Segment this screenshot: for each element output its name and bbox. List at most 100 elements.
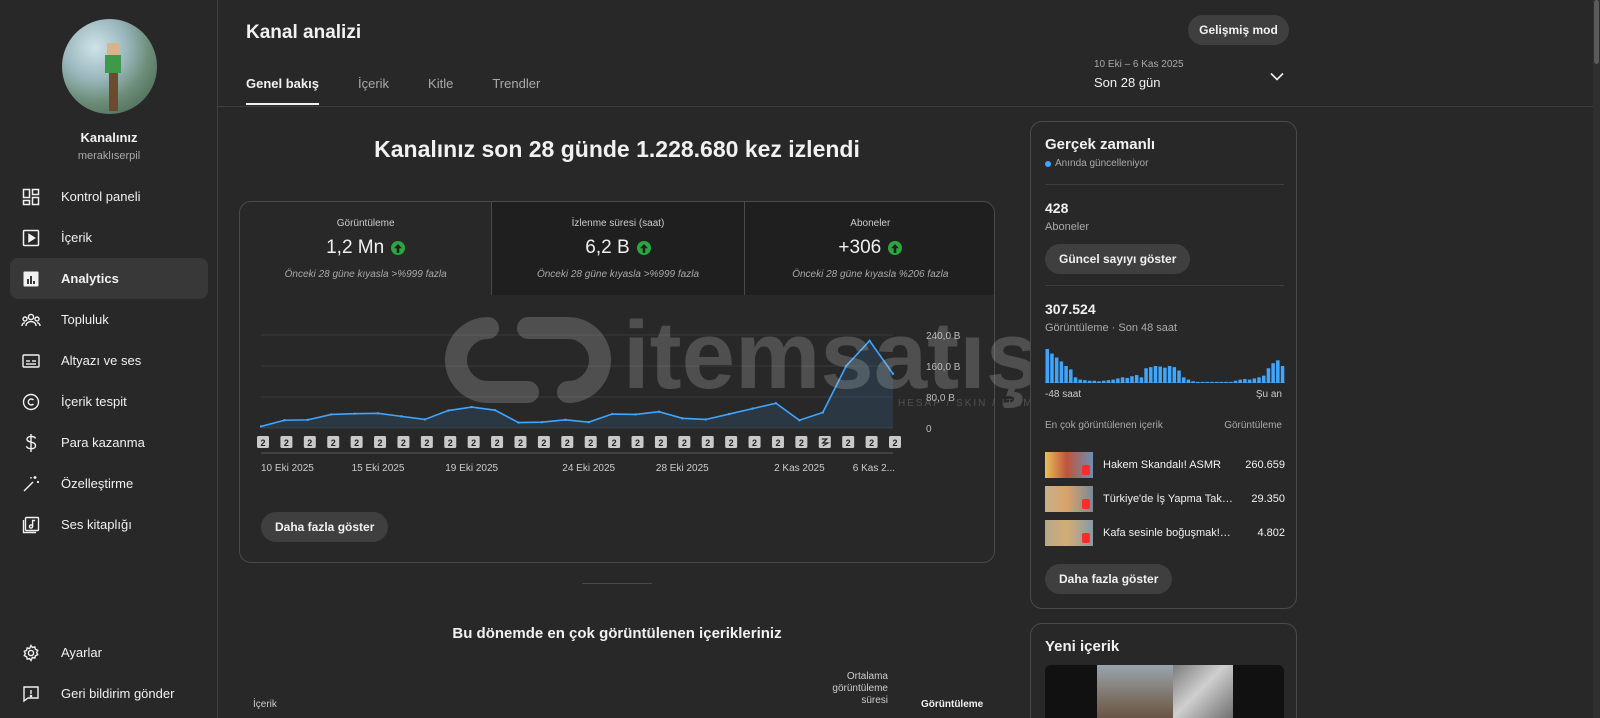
realtime-hour-bar[interactable] [1106,380,1111,383]
realtime-hour-bar[interactable] [1257,377,1261,383]
realtime-hour-bar[interactable] [1125,377,1130,383]
realtime-hour-bar[interactable] [1073,377,1078,383]
realtime-hour-bar[interactable] [1097,381,1101,383]
chart-point [447,409,450,412]
realtime-hour-bar[interactable] [1186,379,1191,383]
sidebar-item-feedback[interactable]: Geri bildirim gönder [10,673,208,714]
realtime-hour-bar[interactable] [1163,367,1167,383]
sidebar-item-audio-library[interactable]: Ses kitaplığı [10,504,208,545]
realtime-hour-bar[interactable] [1229,381,1233,383]
metric-value-text: 1,2 Mn [326,237,385,258]
realtime-hour-bar[interactable] [1214,381,1219,383]
tab-trends[interactable]: Trendler [492,76,540,105]
realtime-hour-bar[interactable] [1196,381,1200,383]
column-header-views[interactable]: Görüntüleme [921,699,983,710]
sidebar-item-subtitles[interactable]: Altyazı ve ses [10,340,208,381]
sidebar-item-content[interactable]: İçerik [10,217,208,258]
realtime-hour-bar[interactable] [1261,375,1266,383]
realtime-hour-bar[interactable] [1101,380,1106,383]
sidebar-item-settings[interactable]: Ayarlar [10,632,208,673]
sidebar-item-customization[interactable]: Özelleştirme [10,463,208,504]
realtime-hour-bar[interactable] [1238,379,1242,383]
realtime-hour-bar[interactable] [1158,366,1162,383]
realtime-hour-bar[interactable] [1050,353,1054,383]
realtime-hour-bar[interactable] [1177,370,1181,383]
realtime-hour-bar[interactable] [1167,366,1172,383]
tab-overview[interactable]: Genel bakış [246,76,319,105]
realtime-hour-bar[interactable] [1280,366,1285,383]
realtime-content-row[interactable]: Hakem Skandalı! ASMR 260.659 [1045,452,1285,478]
date-range-picker[interactable]: 10 Eki – 6 Kas 2025 Son 28 gün [1094,59,1184,90]
realtime-hour-bar[interactable] [1200,381,1205,383]
realtime-hour-bar[interactable] [1276,360,1280,383]
realtime-hour-bar[interactable] [1139,377,1144,383]
tab-audience[interactable]: Kitle [428,76,453,105]
realtime-hour-bar[interactable] [1111,379,1115,383]
realtime-hour-bar[interactable] [1191,381,1195,383]
realtime-hour-bar[interactable] [1219,381,1224,383]
chart-point [751,407,754,410]
sidebar-item-content-detection[interactable]: İçerik tespit [10,381,208,422]
realtime-hour-bar[interactable] [1087,380,1092,383]
x-tick-label: 6 Kas 2... [853,463,895,474]
realtime-hour-bar[interactable] [1059,361,1064,383]
realtime-hour-bar[interactable] [1064,366,1068,383]
channel-avatar[interactable] [62,19,157,114]
scrollbar-thumb[interactable] [1594,0,1599,64]
shorts-icon [1082,533,1090,543]
dashboard-icon [20,186,42,208]
realtime-hour-bar[interactable] [1149,367,1153,383]
realtime-hour-bar[interactable] [1144,368,1148,383]
metric-views[interactable]: Görüntüleme 1,2 Mn Önceki 28 güne kıyasl… [240,202,493,295]
realtime-hour-bar[interactable] [1247,379,1252,383]
upload-marker-count: 2 [565,438,570,448]
column-header-avg-duration[interactable]: Ortalama görüntüleme süresi [826,671,888,707]
realtime-hour-bar[interactable] [1092,380,1097,383]
realtime-hour-bar[interactable] [1266,368,1271,383]
realtime-content-row[interactable]: Türkiye'de İş Yapma Takıntısı 29.350 [1045,486,1285,512]
realtime-hourly-chart[interactable] [1045,347,1285,383]
realtime-hour-bar[interactable] [1116,378,1120,383]
tab-content[interactable]: İçerik [358,76,389,105]
chart-point [306,418,310,422]
realtime-hour-bar[interactable] [1181,377,1186,383]
realtime-hour-bar[interactable] [1054,357,1059,384]
realtime-hour-bar[interactable] [1205,381,1210,383]
realtime-hour-bar[interactable] [1210,381,1214,383]
views-chart[interactable]: 0 80,0 B 160,0 B 240,0 B 2 2 2 2 2 2 2 2 2 2 2 2 2 2 2 2 2 2 2… [240,295,995,505]
sidebar: Kanalınız meraklıserpil Kontrol paneli İ… [0,0,218,718]
realtime-hour-bar[interactable] [1233,380,1238,383]
realtime-hour-bar[interactable] [1134,375,1139,383]
realtime-hour-bar[interactable] [1153,366,1158,383]
realtime-hour-bar[interactable] [1045,349,1050,383]
sidebar-item-analytics[interactable]: Analytics [10,258,208,299]
realtime-hour-bar[interactable] [1224,381,1228,383]
column-header-content[interactable]: İçerik [253,699,277,710]
metric-subscribers[interactable]: Aboneler +306 Önceki 28 güne kıyasla %20… [744,202,994,295]
realtime-hour-bar[interactable] [1172,367,1177,383]
overview-more-button[interactable]: Daha fazla göster [261,512,389,542]
realtime-content-row[interactable]: Kafa sesinle boğuşmak! ASMR 4.802 [1045,520,1285,546]
page-scrollbar[interactable] [1593,0,1600,718]
show-current-count-button[interactable]: Güncel sayıyı göster [1045,244,1191,274]
realtime-hour-bar[interactable] [1120,377,1125,383]
realtime-hour-bar[interactable] [1252,378,1257,383]
advanced-mode-button[interactable]: Gelişmiş mod [1188,15,1289,45]
realtime-hour-bar[interactable] [1130,376,1134,383]
realtime-axis-end: Şu an [1255,389,1282,400]
new-content-thumbnail[interactable] [1045,665,1284,718]
realtime-hour-bar[interactable] [1069,369,1073,383]
chart-point [587,420,590,424]
realtime-more-button[interactable]: Daha fazla göster [1045,564,1173,594]
metric-watch-time[interactable]: İzlenme süresi (saat) 6,2 B Önceki 28 gü… [492,202,745,295]
sidebar-item-monetization[interactable]: Para kazanma [10,422,208,463]
upload-marker-count: 2 [260,438,265,448]
realtime-hour-bar[interactable] [1243,379,1247,383]
chevron-down-icon[interactable] [1270,68,1284,86]
sidebar-item-community[interactable]: Topluluk [10,299,208,340]
realtime-hour-bar[interactable] [1083,380,1087,383]
realtime-hour-bar[interactable] [1271,363,1275,383]
sidebar-item-dashboard[interactable]: Kontrol paneli [10,176,208,217]
analytics-app: Kanalınız meraklıserpil Kontrol paneli İ… [0,0,1600,718]
realtime-hour-bar[interactable] [1078,379,1082,383]
